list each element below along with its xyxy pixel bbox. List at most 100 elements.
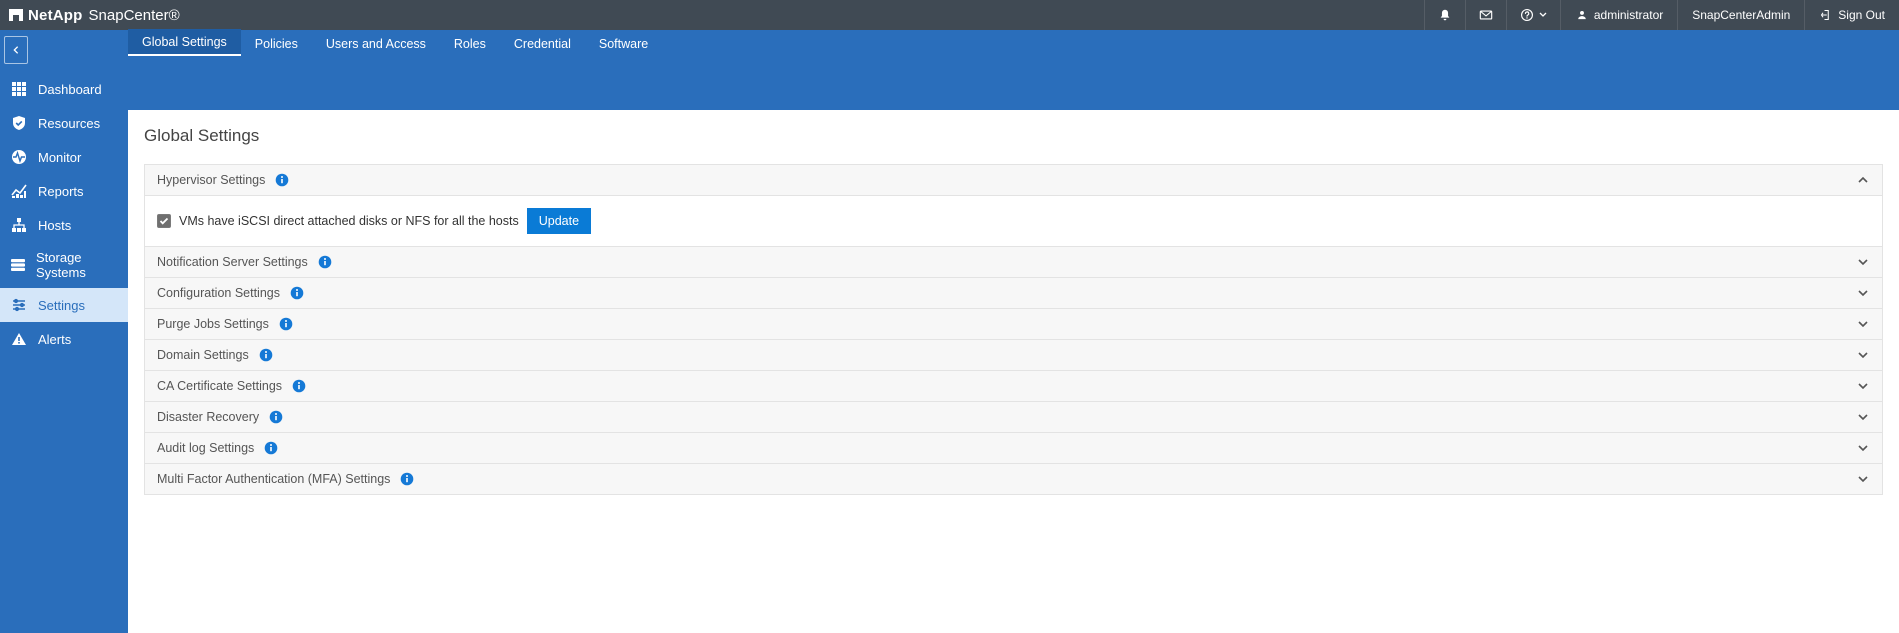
- info-icon[interactable]: [318, 255, 332, 269]
- sidebar-item-label: Hosts: [38, 218, 71, 233]
- tab-label: Credential: [514, 37, 571, 51]
- panel-domain-header[interactable]: Domain Settings: [144, 340, 1883, 371]
- chevron-down-icon: [1856, 348, 1870, 362]
- chart-icon: [10, 182, 28, 200]
- panel-title: Disaster Recovery: [157, 410, 259, 424]
- tab-credential[interactable]: Credential: [500, 31, 585, 56]
- tab-label: Software: [599, 37, 648, 51]
- help-menu[interactable]: [1506, 0, 1560, 30]
- topbar: NetApp SnapCenter® administrator: [0, 0, 1899, 30]
- sidebar-item-label: Storage Systems: [36, 250, 118, 280]
- chevron-down-icon: [1856, 410, 1870, 424]
- sidebar-item-reports[interactable]: Reports: [0, 174, 128, 208]
- update-button[interactable]: Update: [527, 208, 591, 234]
- sidebar: Dashboard Resources Monitor Reports Host…: [0, 30, 128, 633]
- sliders-icon: [10, 296, 28, 314]
- info-icon[interactable]: [400, 472, 414, 486]
- sidebar-item-resources[interactable]: Resources: [0, 106, 128, 140]
- signout-icon: [1819, 8, 1833, 22]
- signout-button[interactable]: Sign Out: [1804, 0, 1899, 30]
- panel-hypervisor-header[interactable]: Hypervisor Settings: [144, 165, 1883, 196]
- caret-down-icon: [1539, 11, 1547, 19]
- brand-app: SnapCenter®: [89, 7, 180, 24]
- chevron-up-icon: [1856, 173, 1870, 187]
- sidebar-item-monitor[interactable]: Monitor: [0, 140, 128, 174]
- tab-users-access[interactable]: Users and Access: [312, 31, 440, 56]
- tab-label: Users and Access: [326, 37, 426, 51]
- info-icon[interactable]: [279, 317, 293, 331]
- panel-title: Domain Settings: [157, 348, 249, 362]
- netapp-logo-icon: [8, 7, 24, 23]
- sidebar-items: Dashboard Resources Monitor Reports Host…: [0, 72, 128, 356]
- envelope-icon: [1479, 8, 1493, 22]
- tabs-sub-header: [0, 56, 1899, 110]
- hypervisor-checkbox-label: VMs have iSCSI direct attached disks or …: [179, 214, 519, 228]
- panel-title: Configuration Settings: [157, 286, 280, 300]
- panel-hypervisor-body: VMs have iSCSI direct attached disks or …: [144, 196, 1883, 247]
- panel-cacert-header[interactable]: CA Certificate Settings: [144, 371, 1883, 402]
- tabs-bar: Global Settings Policies Users and Acces…: [0, 30, 1899, 56]
- sidebar-item-label: Resources: [38, 116, 100, 131]
- storage-icon: [10, 256, 26, 274]
- settings-panels: Hypervisor Settings VMs have iSCSI direc…: [144, 164, 1883, 495]
- info-icon[interactable]: [264, 441, 278, 455]
- tab-label: Policies: [255, 37, 298, 51]
- role-text: SnapCenterAdmin: [1692, 8, 1790, 22]
- panel-auditlog-header[interactable]: Audit log Settings: [144, 433, 1883, 464]
- info-icon[interactable]: [290, 286, 304, 300]
- panel-title: CA Certificate Settings: [157, 379, 282, 393]
- bell-icon: [1438, 8, 1452, 22]
- tab-label: Roles: [454, 37, 486, 51]
- mail-button[interactable]: [1465, 0, 1506, 30]
- sidebar-item-dashboard[interactable]: Dashboard: [0, 72, 128, 106]
- user-icon: [1575, 8, 1589, 22]
- panel-notification-header[interactable]: Notification Server Settings: [144, 247, 1883, 278]
- topbar-right: administrator SnapCenterAdmin Sign Out: [1424, 0, 1899, 30]
- panel-title: Notification Server Settings: [157, 255, 308, 269]
- user-name: administrator: [1594, 8, 1663, 22]
- info-icon[interactable]: [259, 348, 273, 362]
- sidebar-item-label: Monitor: [38, 150, 81, 165]
- help-icon: [1520, 8, 1534, 22]
- chevron-down-icon: [1856, 286, 1870, 300]
- sidebar-collapse-button[interactable]: [4, 36, 28, 64]
- tab-software[interactable]: Software: [585, 31, 662, 56]
- signout-label: Sign Out: [1838, 8, 1885, 22]
- tab-label: Global Settings: [142, 35, 227, 49]
- chevron-down-icon: [1856, 255, 1870, 269]
- chevron-down-icon: [1856, 441, 1870, 455]
- pulse-icon: [10, 148, 28, 166]
- brand-company: NetApp: [28, 7, 83, 24]
- panel-purgejobs-header[interactable]: Purge Jobs Settings: [144, 309, 1883, 340]
- shield-icon: [10, 114, 28, 132]
- tab-roles[interactable]: Roles: [440, 31, 500, 56]
- panel-disasterrecovery-header[interactable]: Disaster Recovery: [144, 402, 1883, 433]
- page-title: Global Settings: [144, 126, 1883, 146]
- user-menu[interactable]: administrator: [1560, 0, 1677, 30]
- sidebar-item-label: Settings: [38, 298, 85, 313]
- panel-mfa-header[interactable]: Multi Factor Authentication (MFA) Settin…: [144, 464, 1883, 495]
- brand: NetApp SnapCenter®: [0, 7, 180, 24]
- main-content: Global Settings Hypervisor Settings VMs …: [128, 110, 1899, 633]
- hypervisor-checkbox[interactable]: [157, 214, 171, 228]
- tab-global-settings[interactable]: Global Settings: [128, 29, 241, 56]
- info-icon[interactable]: [292, 379, 306, 393]
- info-icon[interactable]: [269, 410, 283, 424]
- role-label[interactable]: SnapCenterAdmin: [1677, 0, 1804, 30]
- notifications-button[interactable]: [1424, 0, 1465, 30]
- panel-title: Multi Factor Authentication (MFA) Settin…: [157, 472, 390, 486]
- sidebar-item-label: Dashboard: [38, 82, 102, 97]
- sidebar-item-settings[interactable]: Settings: [0, 288, 128, 322]
- sidebar-item-storage[interactable]: Storage Systems: [0, 242, 128, 288]
- panel-configuration-header[interactable]: Configuration Settings: [144, 278, 1883, 309]
- tab-policies[interactable]: Policies: [241, 31, 312, 56]
- grid-icon: [10, 80, 28, 98]
- sidebar-item-alerts[interactable]: Alerts: [0, 322, 128, 356]
- panel-title: Purge Jobs Settings: [157, 317, 269, 331]
- chevron-down-icon: [1856, 317, 1870, 331]
- sidebar-item-hosts[interactable]: Hosts: [0, 208, 128, 242]
- chevron-down-icon: [1856, 472, 1870, 486]
- sidebar-item-label: Reports: [38, 184, 84, 199]
- info-icon[interactable]: [275, 173, 289, 187]
- panel-title: Hypervisor Settings: [157, 173, 265, 187]
